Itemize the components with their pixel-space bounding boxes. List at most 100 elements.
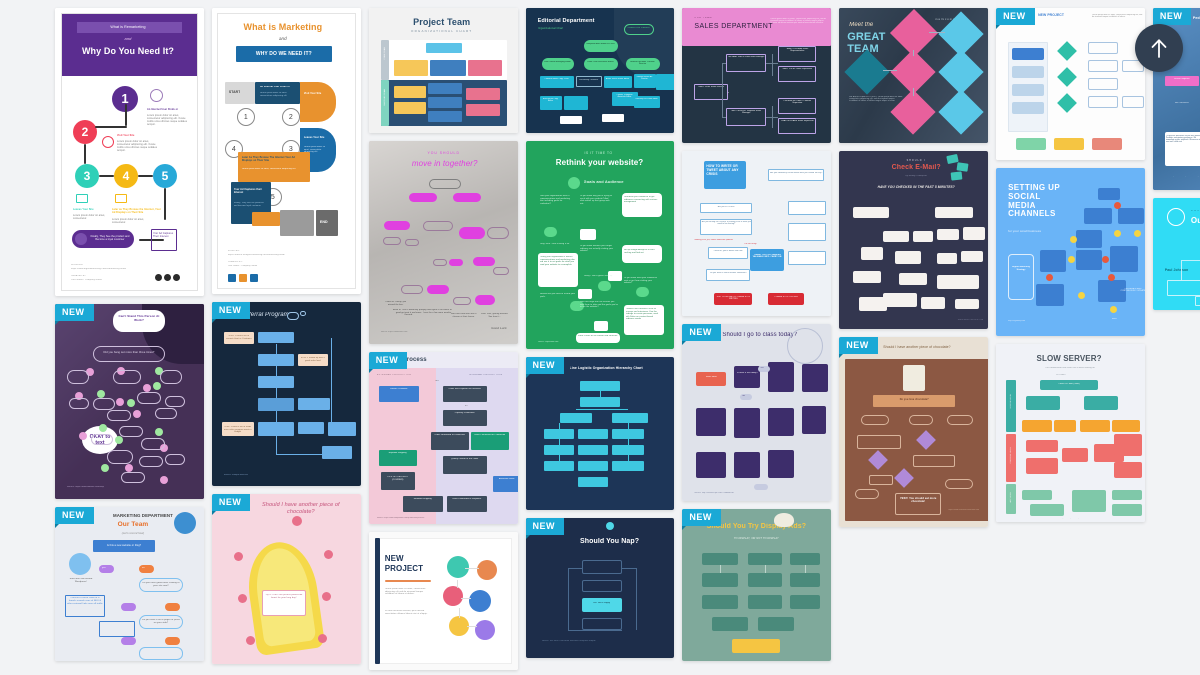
template-card[interactable]: SETTING UP SOCIAL MEDIA CHANNELS for you…	[996, 168, 1145, 336]
step-2: 2	[73, 120, 97, 144]
node-art-director: Danielle Evans Art Director	[636, 76, 653, 81]
card-heading-big: Rethink your website?	[555, 158, 644, 167]
card-source: Source: http://visualscript.com/TOHAMEDI…	[694, 492, 734, 494]
template-thumbnail: Can't Stand This Person At Work? Did you…	[55, 304, 204, 499]
band-process: PROCESS LEVEL	[1009, 447, 1012, 464]
template-card[interactable]: MARKETING DEPARTMENT Our Team Daniel Ada…	[1152, 198, 1200, 310]
card-heading-big: NEW PROJECT	[384, 554, 424, 573]
new-badge: NEW	[525, 357, 565, 378]
template-card[interactable]: NEW Should You Try Display Ads? TO DISPL…	[682, 509, 832, 661]
node-publisher: Thomas Price Publisher	[627, 27, 650, 29]
node-field-sales-manager: MICHAEL WHITE Field Sales Manager	[728, 56, 765, 58]
template-thumbnail: Should You Nap? Yes! We're happy Source:…	[525, 518, 675, 658]
bar-icon	[903, 365, 926, 391]
template-card[interactable]: What is Remarketing and Why Do You Need …	[55, 8, 204, 296]
template-card[interactable]: NEW Process EXTERNAL PRODUCTION INTERNAL…	[368, 352, 518, 524]
legend-2: STEP 2 Follow up with a good sales lead	[300, 357, 325, 362]
template-card[interactable]: Meet the GREAT TEAM markcomark WE ARE A …	[839, 8, 989, 143]
end-label: END	[319, 220, 328, 224]
template-card[interactable]: NEW NEW PROJECT Lorem ipsum dolor sit am…	[996, 8, 1145, 160]
card-heading-small: MARKETING DEPARTMENT	[113, 513, 173, 518]
node-sales-supervisor-1: GARY LOPEZ Sales Supervisor	[782, 68, 813, 70]
template-thumbnail: OUR TEAM SALES DEPARTMENT Lorem ipsum do…	[682, 8, 832, 143]
template-card[interactable]: NEW Should I go to class today? Start He…	[682, 324, 832, 501]
template-card[interactable]: What is Marketing and WHY DO WE NEED IT?…	[211, 8, 361, 294]
template-thumbnail: Project Team ORGANIZATIONAL CHART CORE T…	[368, 8, 518, 133]
template-thumbnail: MARKETING DEPARTMENT Our Team (Let's rec…	[55, 507, 204, 661]
template-card[interactable]: SLOW SERVER? The troubleshoot flow chart…	[996, 344, 1145, 522]
template-card[interactable]: SHOULD I Check E-Mail? by Wendy Thompson…	[839, 151, 989, 329]
card-heading-small: SHOULD I	[906, 159, 926, 162]
phone-label: Digital Marketing Strategy	[1012, 266, 1030, 271]
card-heading-small: OUR TEAM	[694, 17, 713, 19]
first-question: Is there a test today?	[736, 372, 758, 374]
card-callout: THANK YOU FOR SHARING VALUABLE INFO. CAR…	[752, 254, 782, 259]
no-label: No	[742, 395, 745, 397]
step-2-title: Visit Your Site	[117, 134, 135, 137]
card-heading-small: What is Remarketing	[110, 25, 146, 29]
template-card[interactable]: NEW Should I have another piece of choco…	[839, 337, 989, 527]
template-card[interactable]: NEW Line Logistic Organization Hierarchy…	[525, 357, 675, 510]
sources-url: https://tomsco.in/digital-marketing-roi/…	[227, 254, 285, 256]
card-heading-sub: The troubleshoot flow chart that's worth…	[1045, 367, 1095, 369]
step-4: 4	[114, 164, 138, 188]
template-card[interactable]: OUR TEAM SALES DEPARTMENT Lorem ipsum do…	[682, 8, 832, 143]
legend-3: STEP 3 Build a list of leads once sales …	[224, 426, 252, 433]
phone-icon	[1008, 254, 1035, 300]
node-order-payment: Order and Payment are received	[448, 388, 481, 390]
card-section: Goals and Audience	[583, 179, 624, 184]
twitter-icon	[238, 274, 247, 282]
template-thumbnail: MARKETING DEPARTMENT Our Team Daniel Ada…	[1152, 198, 1200, 310]
new-badge: NEW	[839, 337, 878, 358]
card-note: CELEBRATE AND CONTINUOUSLY UPDATE	[1120, 288, 1145, 293]
card-callout: Can't Stand This Person At Work?	[118, 315, 160, 322]
template-card[interactable]: HOW TO WRITE OR TWEET ABOUT ANY CRISIS A…	[682, 151, 832, 316]
template-card[interactable]: Project Team ORGANIZATIONAL CHART CORE T…	[368, 8, 518, 133]
template-card[interactable]: NEW Can't Stand This Person At Work? Did…	[55, 304, 204, 499]
card-source: Source: Today's Startup or example.com	[1052, 518, 1085, 519]
template-card[interactable]: Editorial Department Organizational Char…	[525, 8, 675, 133]
node-alternative-route: Alternative Route	[498, 478, 515, 480]
template-thumbnail: IS IT TIME TO Rethink your website? Goal…	[525, 141, 675, 349]
template-thumbnail: YOU SHOULD move in together? Come on. Re…	[368, 141, 518, 344]
yes-label: YES	[434, 380, 439, 382]
card-heading-big: SALES DEPARTMENT	[694, 23, 773, 30]
card-heading-sub: TO DISPLAY, OR NOT TO DISPLAY	[733, 537, 779, 540]
card-heading-big: Pediatric Developmental Screening Flowch…	[1192, 16, 1200, 20]
node-capacity-production: Capacity Production	[454, 412, 475, 414]
template-card[interactable]: NEW PROJECT Lorem ipsum dolor sit amet, …	[368, 532, 518, 670]
card-first-question: Did you hang out more than three times?	[103, 351, 155, 354]
node-managing-editor: John Griffin Managing Editor	[544, 61, 571, 63]
node-order-processed: Order Processed for Production	[474, 434, 506, 436]
template-card[interactable]: NEW MARKETING DEPARTMENT Our Team (Let's…	[55, 507, 204, 661]
template-thumbnail: Editorial Department Organizational Char…	[525, 8, 675, 133]
new-badge: NEW	[55, 507, 94, 528]
template-card[interactable]: IS IT TIME TO Rethink your website? Goal…	[525, 141, 675, 349]
template-card[interactable]: NEW Sales Referral Program STEP 1 Reach …	[211, 302, 361, 486]
monitor-icon	[579, 229, 596, 240]
card-heading-big: Our Team	[1190, 216, 1200, 225]
template-card[interactable]: NEW Should You Nap? Yes! We're happy Sou…	[525, 518, 675, 658]
node-executive-editor: Evan Clark Executive Editor	[587, 61, 614, 63]
template-thumbnail: Should You Try Display Ads? TO DISPLAY, …	[682, 509, 832, 661]
card-heading-big: SETTING UP SOCIAL MEDIA CHANNELS	[1008, 184, 1060, 219]
card-heading-big: What is Marketing	[243, 22, 323, 32]
card-source: Source: https://www.domain.com/map	[67, 486, 104, 488]
template-card[interactable]: NEW Should I have another piece of choco…	[211, 494, 361, 664]
card-heading-big: Line Logistic Organization Hierarchy Cha…	[569, 366, 643, 370]
template-thumbnail: SHOULD I Check E-Mail? by Wendy Thompson…	[839, 151, 989, 329]
template-card[interactable]: YOU SHOULD move in together? Come on. Re…	[368, 141, 518, 344]
scroll-to-top-button[interactable]	[1135, 24, 1183, 72]
template-thumbnail: NEW PROJECT Lorem ipsum dolor sit amet, …	[996, 8, 1145, 160]
col-left-label: EXTERNAL PRODUCTION	[376, 374, 412, 376]
card-heading-big: Why Do You Need It?	[81, 46, 175, 56]
yes-label: Yes	[760, 367, 764, 369]
envelope-icon	[956, 162, 969, 172]
card-heading-big: Should I have another piece of chocolate…	[883, 345, 951, 349]
created-label: CREATED BY:	[227, 261, 243, 263]
card-source: Source: https://datamatic.com	[380, 331, 408, 333]
new-badge: NEW	[996, 8, 1035, 29]
card-heading-small: MARKETING DEPARTMENT	[1190, 210, 1200, 212]
node-expedite-shipping: Expedite Shipping	[388, 452, 407, 454]
member-name-2: Paul Johnson	[1164, 268, 1189, 272]
